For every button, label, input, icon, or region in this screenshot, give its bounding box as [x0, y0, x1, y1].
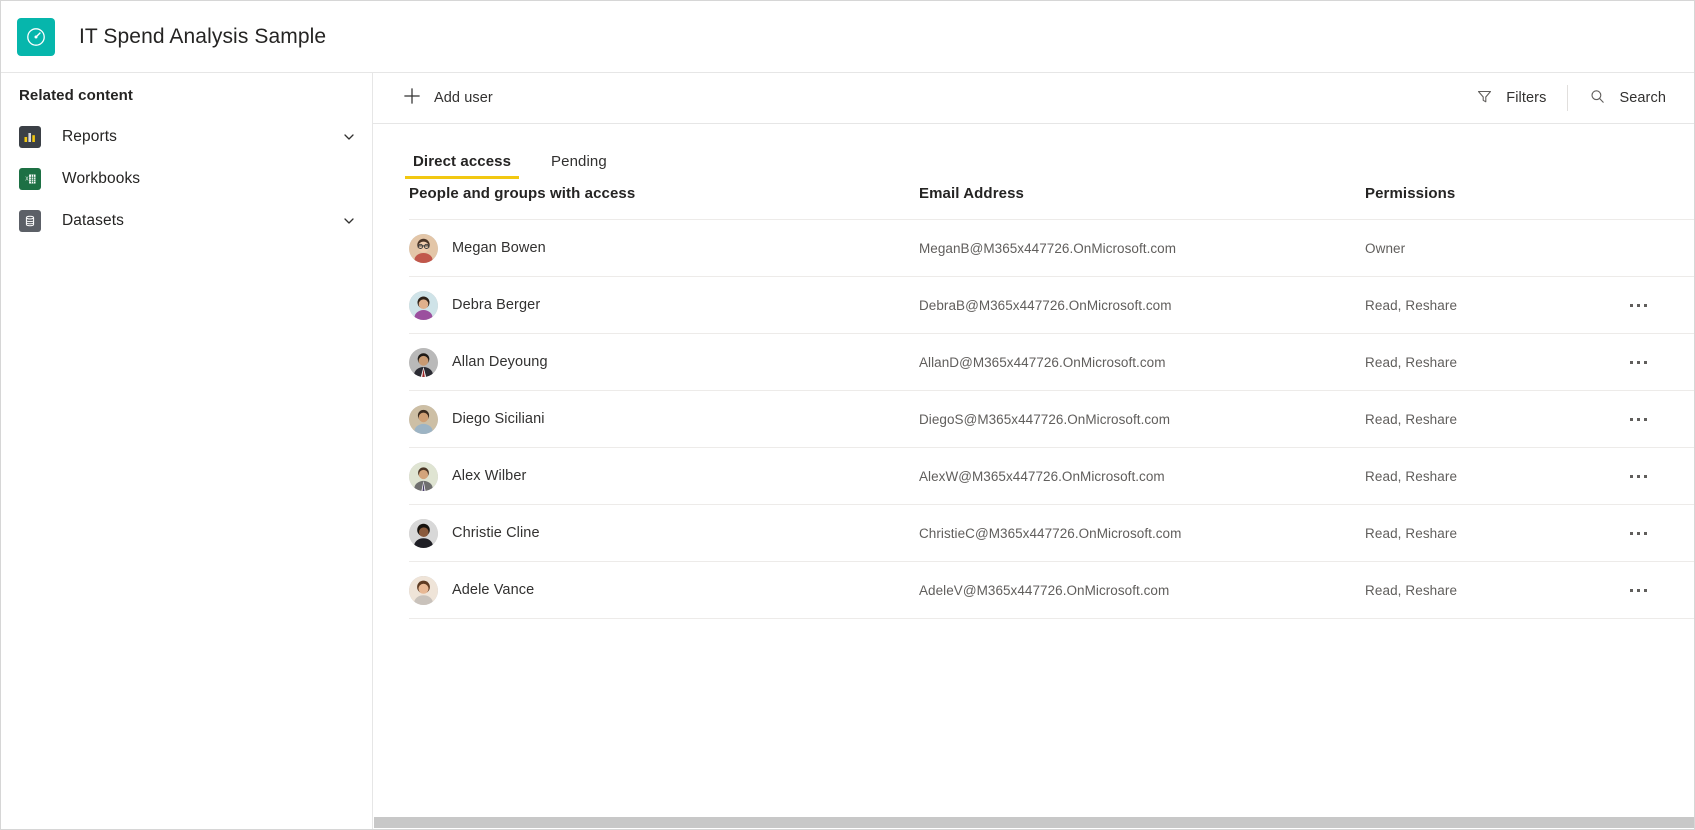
page-title: IT Spend Analysis Sample	[79, 24, 327, 48]
cell-actions	[1605, 333, 1694, 391]
table-row[interactable]: Christie Cline ChristieC@M365x447726.OnM…	[409, 504, 1694, 562]
excel-workbook-icon: X	[19, 168, 41, 190]
avatar	[409, 347, 438, 377]
filters-button[interactable]: Filters	[1468, 81, 1554, 115]
row-more-menu-button[interactable]	[1623, 519, 1653, 547]
access-table: People and groups with access Email Addr…	[409, 179, 1694, 619]
person-name: Debra Berger	[452, 297, 541, 313]
cell-email: AlexW@M365x447726.OnMicrosoft.com	[919, 447, 1365, 505]
cell-person: Alex Wilber	[409, 447, 919, 505]
row-more-menu-button[interactable]	[1623, 405, 1653, 433]
toolbar: Add user Filters Search	[373, 73, 1694, 124]
cell-actions	[1605, 561, 1694, 619]
avatar	[409, 404, 438, 434]
column-header-email: Email Address	[919, 179, 1365, 220]
search-icon	[1589, 88, 1606, 109]
cell-person: Debra Berger	[409, 276, 919, 334]
cell-permission: Read, Reshare	[1365, 561, 1605, 619]
cell-permission: Read, Reshare	[1365, 390, 1605, 448]
cell-actions	[1605, 276, 1694, 334]
app-header: IT Spend Analysis Sample	[1, 1, 1694, 73]
cell-person: Diego Siciliani	[409, 390, 919, 448]
sidebar-item-reports[interactable]: Reports	[1, 116, 372, 158]
cell-actions	[1605, 504, 1694, 562]
chevron-placeholder	[342, 172, 356, 186]
table-row[interactable]: Alex Wilber AlexW@M365x447726.OnMicrosof…	[409, 447, 1694, 505]
cell-email: DiegoS@M365x447726.OnMicrosoft.com	[919, 390, 1365, 448]
sidebar-item-label: Reports	[62, 128, 117, 145]
table-row[interactable]: Megan Bowen MeganB@M365x447726.OnMicroso…	[409, 219, 1694, 277]
person-name: Alex Wilber	[452, 468, 527, 484]
filters-label: Filters	[1506, 90, 1547, 106]
horizontal-scrollbar[interactable]	[373, 815, 1694, 829]
plus-icon	[403, 87, 421, 109]
cell-email: ChristieC@M365x447726.OnMicrosoft.com	[919, 504, 1365, 562]
row-more-menu-button[interactable]	[1623, 576, 1653, 604]
person-name: Diego Siciliani	[452, 411, 545, 427]
add-user-button[interactable]: Add user	[395, 81, 501, 115]
app-window: IT Spend Analysis Sample Related content…	[0, 0, 1695, 830]
search-label: Search	[1619, 90, 1666, 106]
chevron-down-icon[interactable]	[342, 214, 356, 228]
table-row[interactable]: Allan Deyoung AllanD@M365x447726.OnMicro…	[409, 333, 1694, 391]
table-header-row: People and groups with access Email Addr…	[409, 179, 1694, 220]
avatar	[409, 575, 438, 605]
cell-email: AdeleV@M365x447726.OnMicrosoft.com	[919, 561, 1365, 619]
tab-bar: Direct access Pending	[373, 124, 1694, 179]
row-more-menu-button[interactable]	[1623, 348, 1653, 376]
person-name: Allan Deyoung	[452, 354, 548, 370]
cell-permission: Read, Reshare	[1365, 333, 1605, 391]
avatar	[409, 518, 438, 548]
cell-email: DebraB@M365x447726.OnMicrosoft.com	[919, 276, 1365, 334]
table-row[interactable]: Adele Vance AdeleV@M365x447726.OnMicroso…	[409, 561, 1694, 619]
sidebar-heading: Related content	[19, 87, 134, 104]
tab-pending[interactable]: Pending	[547, 153, 611, 179]
cell-person: Adele Vance	[409, 561, 919, 619]
scrollbar-thumb[interactable]	[374, 817, 1694, 828]
sidebar: Related content Reports X Workbooks Data…	[1, 73, 373, 829]
cell-permission: Read, Reshare	[1365, 504, 1605, 562]
row-more-menu-button[interactable]	[1623, 462, 1653, 490]
main-panel: Add user Filters Search Direct access Pe…	[373, 73, 1694, 829]
funnel-icon	[1476, 88, 1493, 109]
sidebar-item-workbooks[interactable]: X Workbooks	[1, 158, 372, 200]
sidebar-item-label: Workbooks	[62, 170, 141, 187]
tab-direct-access[interactable]: Direct access	[404, 153, 520, 179]
cell-permission: Read, Reshare	[1365, 276, 1605, 334]
cell-person: Megan Bowen	[409, 219, 919, 277]
avatar	[409, 290, 438, 320]
cell-permission: Read, Reshare	[1365, 447, 1605, 505]
cell-person: Christie Cline	[409, 504, 919, 562]
search-button[interactable]: Search	[1581, 81, 1674, 115]
app-body: Related content Reports X Workbooks Data…	[1, 73, 1694, 829]
cell-actions	[1605, 447, 1694, 505]
cell-email: MeganB@M365x447726.OnMicrosoft.com	[919, 219, 1365, 277]
column-header-permissions: Permissions	[1365, 179, 1605, 220]
toolbar-divider	[1567, 85, 1569, 111]
sidebar-item-datasets[interactable]: Datasets	[1, 200, 372, 242]
cell-actions	[1605, 390, 1694, 448]
cell-email: AllanD@M365x447726.OnMicrosoft.com	[919, 333, 1365, 391]
cell-permission: Owner	[1365, 219, 1605, 277]
bar-chart-icon	[19, 126, 41, 148]
row-more-menu-button[interactable]	[1623, 291, 1653, 319]
avatar	[409, 233, 438, 263]
sidebar-item-label: Datasets	[62, 212, 124, 229]
database-icon	[19, 210, 41, 232]
cell-actions	[1605, 219, 1694, 277]
table-row[interactable]: Debra Berger DebraB@M365x447726.OnMicros…	[409, 276, 1694, 334]
person-name: Adele Vance	[452, 582, 535, 598]
column-header-actions	[1605, 179, 1694, 220]
person-name: Megan Bowen	[452, 240, 546, 256]
avatar	[409, 461, 438, 491]
gauge-icon	[17, 17, 55, 56]
cell-person: Allan Deyoung	[409, 333, 919, 391]
column-header-people: People and groups with access	[409, 179, 919, 220]
add-user-label: Add user	[434, 90, 493, 106]
table-row[interactable]: Diego Siciliani DiegoS@M365x447726.OnMic…	[409, 390, 1694, 448]
person-name: Christie Cline	[452, 525, 540, 541]
chevron-down-icon[interactable]	[342, 130, 356, 144]
access-table-container: People and groups with access Email Addr…	[373, 179, 1694, 815]
